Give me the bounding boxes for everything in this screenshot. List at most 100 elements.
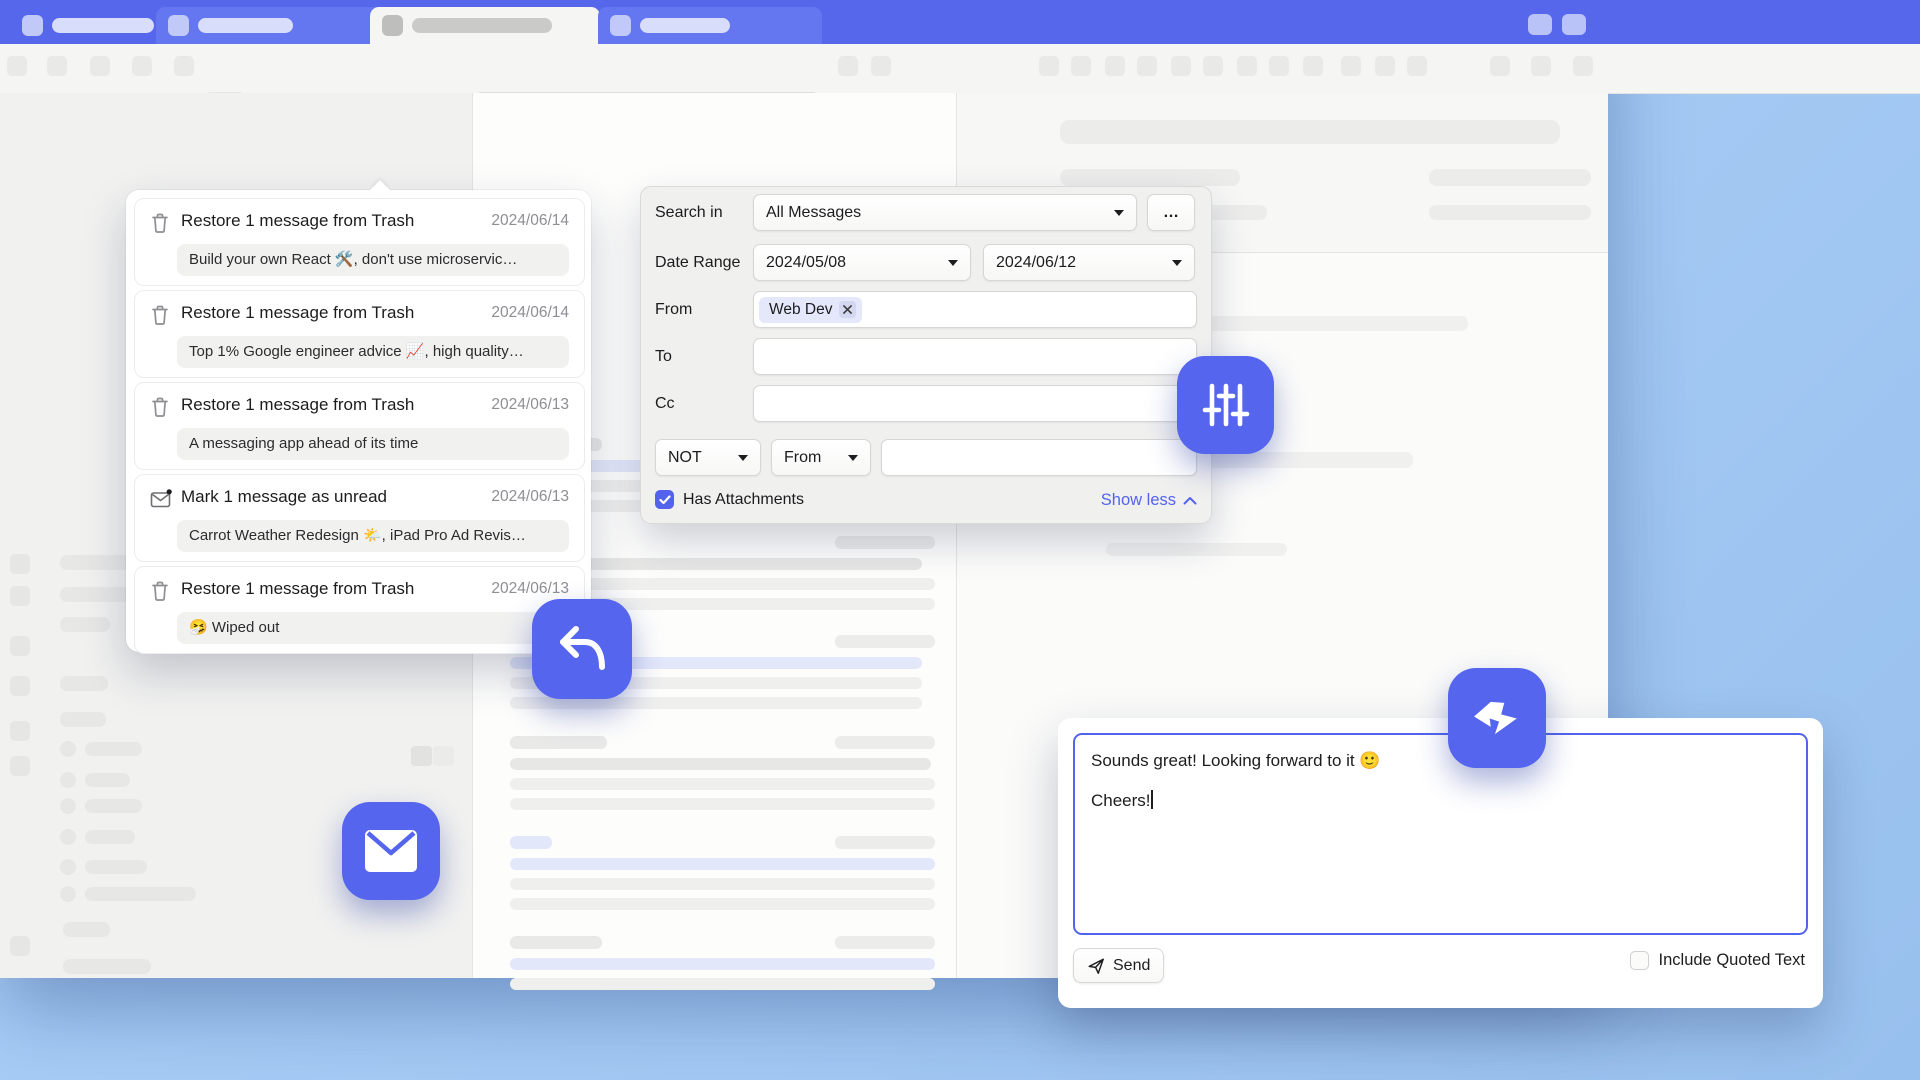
compose-line-1: Sounds great! Looking forward to it 🙂 [1091, 751, 1381, 770]
skeleton-bar [85, 830, 135, 844]
search-in-select[interactable]: All Messages [753, 194, 1137, 231]
from-token[interactable]: Web Dev [759, 296, 863, 323]
skeleton-bar [835, 736, 935, 749]
skeleton-bar [60, 798, 76, 814]
skeleton-bar [132, 56, 152, 76]
tab-4-icon [610, 15, 631, 36]
to-input[interactable] [753, 338, 1197, 375]
reply-all-icon [1474, 701, 1517, 735]
skeleton-bar [510, 736, 607, 749]
remove-token-button[interactable] [839, 301, 857, 318]
undo-item-title: Restore 1 message from Trash [181, 395, 415, 414]
skeleton-bar [1429, 169, 1591, 186]
reply-all-fab-button[interactable] [1448, 668, 1546, 768]
more-options-button[interactable]: … [1147, 194, 1195, 231]
skeleton-bar [835, 635, 935, 648]
tab-3-title-placeholder [412, 18, 552, 33]
send-icon [1088, 958, 1104, 974]
undo-item-date: 2024/06/13 [491, 580, 569, 597]
skeleton-bar [1171, 56, 1191, 76]
undo-item-date: 2024/06/14 [491, 304, 569, 321]
undo-item-date: 2024/06/13 [491, 488, 569, 505]
window-titlebar [0, 0, 1920, 44]
window-control-left[interactable] [1528, 14, 1552, 35]
skeleton-bar [1490, 56, 1510, 76]
mark-unread-icon [150, 489, 172, 508]
skeleton-bar [1375, 56, 1395, 76]
undo-item-subject: 🤧 Wiped out [177, 612, 569, 644]
undo-item[interactable]: Restore 1 message from Trash 2024/06/14 … [134, 198, 585, 286]
skeleton-bar [60, 617, 110, 632]
skeleton-bar [60, 772, 76, 788]
skeleton-bar [85, 773, 130, 787]
skeleton-bar [1039, 56, 1059, 76]
undo-item[interactable]: Restore 1 message from Trash 2024/06/13 … [134, 382, 585, 470]
skeleton-bar [510, 758, 931, 770]
tab-2[interactable] [156, 7, 388, 44]
operator-select[interactable]: NOT [655, 439, 761, 476]
compose-line-2: Cheers! [1091, 790, 1153, 810]
skeleton-bar [1303, 56, 1323, 76]
from-label: From [655, 301, 693, 318]
undo-item[interactable]: Restore 1 message from Trash 2024/06/14 … [134, 290, 585, 378]
operator-value: NOT [668, 448, 702, 466]
has-attachments-checkbox[interactable] [655, 490, 674, 509]
skeleton-bar [1105, 56, 1125, 76]
field-select[interactable]: From [771, 439, 871, 476]
skeleton-bar [510, 798, 935, 810]
filter-fab-button[interactable] [1177, 356, 1274, 454]
tab-2-icon [168, 15, 189, 36]
toolbar [0, 44, 1920, 130]
skeleton-bar [1573, 56, 1593, 76]
date-start-select[interactable]: 2024/05/08 [753, 244, 971, 281]
undo-item[interactable]: Mark 1 message as unread 2024/06/13 Carr… [134, 474, 585, 562]
show-less-link[interactable]: Show less [1101, 491, 1197, 510]
undo-fab-button[interactable] [532, 599, 632, 699]
criteria-input[interactable] [881, 439, 1197, 476]
from-token-label: Web Dev [769, 300, 833, 318]
skeleton-bar [10, 636, 30, 656]
undo-item-date: 2024/06/14 [491, 212, 569, 229]
skeleton-bar [85, 860, 147, 874]
search-filter-panel: Search in All Messages … Date Range 2024… [640, 186, 1212, 524]
undo-history-popover: Restore 1 message from Trash 2024/06/14 … [126, 180, 591, 654]
chevron-down-icon [848, 454, 858, 461]
undo-item-title: Restore 1 message from Trash [181, 303, 415, 322]
field-value: From [784, 448, 822, 466]
skeleton-bar [1137, 56, 1157, 76]
trash-icon [152, 397, 168, 417]
show-less-label: Show less [1100, 491, 1176, 509]
send-button[interactable]: Send [1073, 948, 1165, 983]
skeleton-bar [1106, 543, 1287, 556]
skeleton-bar [838, 56, 858, 76]
skeleton-bar [510, 898, 935, 910]
cc-input[interactable] [753, 385, 1197, 422]
tab-1[interactable] [10, 7, 170, 44]
skeleton-bar [1237, 56, 1257, 76]
skeleton-bar [90, 56, 110, 76]
undo-item[interactable]: Restore 1 message from Trash 2024/06/13 … [134, 566, 585, 654]
skeleton-bar [1341, 56, 1361, 76]
undo-item-date: 2024/06/13 [491, 396, 569, 413]
text-cursor [1150, 790, 1153, 809]
skeleton-bar [510, 958, 935, 970]
tab-4-title-placeholder [640, 18, 730, 33]
window-control-right[interactable] [1562, 14, 1586, 35]
tab-3-icon [382, 15, 403, 36]
tab-3-active[interactable] [370, 7, 600, 44]
mail-fab-button[interactable] [342, 802, 440, 900]
include-quoted-checkbox[interactable] [1629, 951, 1649, 970]
skeleton-bar [1203, 56, 1223, 76]
trash-icon [152, 213, 168, 233]
skeleton-bar [85, 799, 142, 813]
chevron-down-icon [1114, 209, 1124, 216]
date-end-value: 2024/06/12 [996, 253, 1077, 271]
from-input[interactable]: Web Dev [753, 291, 1197, 328]
date-range-label: Date Range [655, 254, 741, 271]
date-end-select[interactable]: 2024/06/12 [983, 244, 1195, 281]
skeleton-bar [7, 56, 27, 76]
compose-body-textarea[interactable]: Sounds great! Looking forward to it 🙂 Ch… [1073, 733, 1808, 935]
search-in-label: Search in [655, 204, 723, 221]
tab-4[interactable] [598, 7, 822, 44]
compose-blank-line [1091, 772, 1790, 789]
